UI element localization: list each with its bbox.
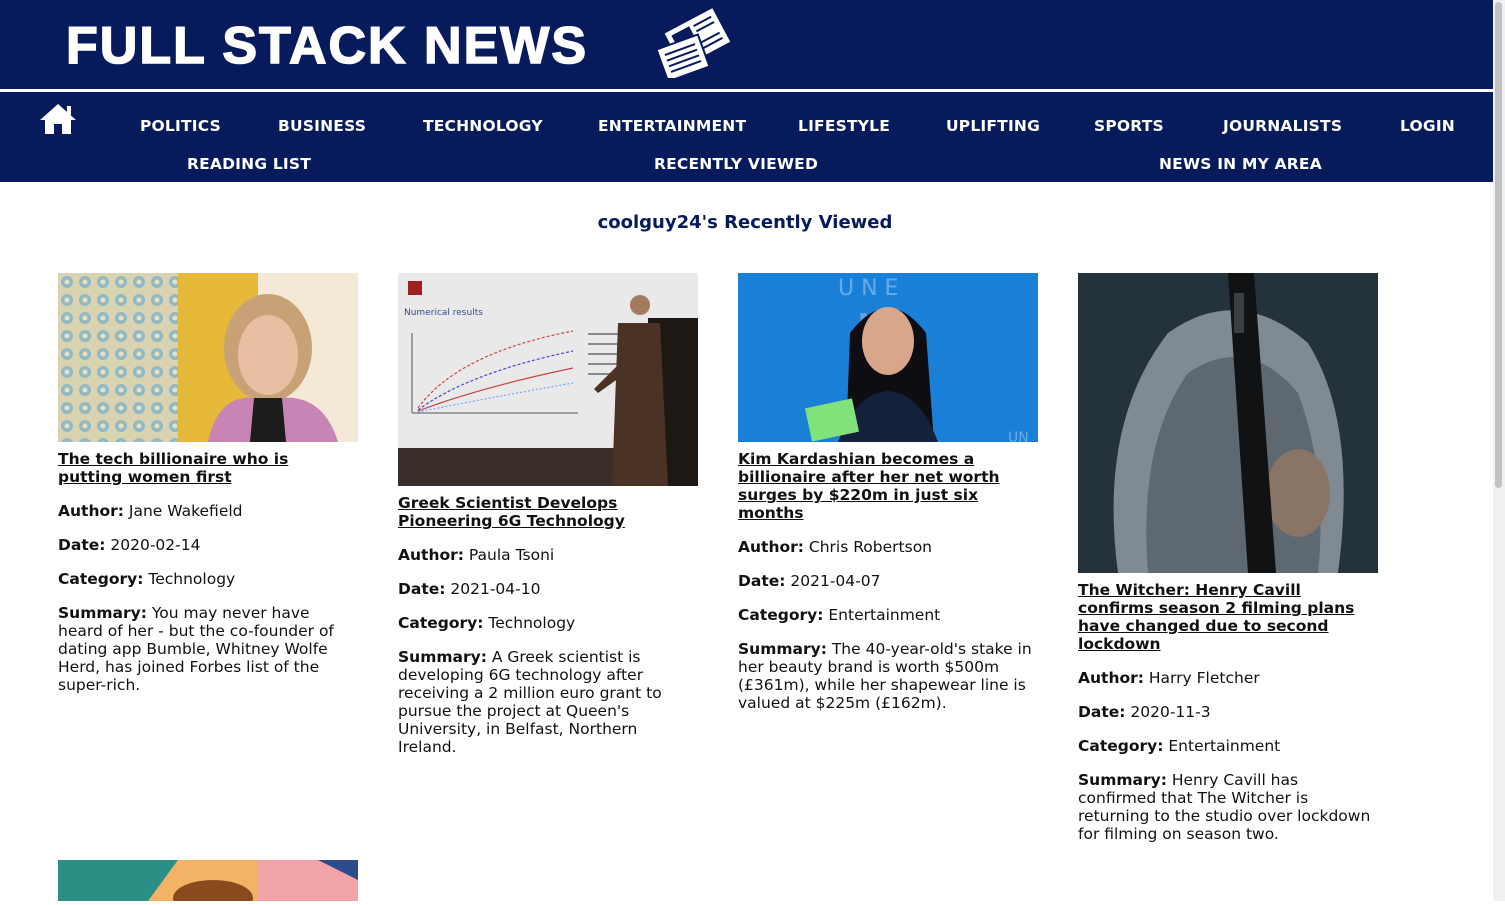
article-date: Date: 2021-04-07 (738, 572, 1038, 590)
author-label: Author: (58, 502, 124, 520)
category-label: Category: (58, 570, 144, 588)
category-label: Category: (738, 606, 824, 624)
article-summary: Summary: You may never have heard of her… (58, 604, 358, 694)
article-author: Author: Jane Wakefield (58, 502, 358, 520)
category-label: Category: (1078, 737, 1164, 755)
article-image[interactable]: U N E N UN (738, 273, 1038, 446)
nav-reading-list[interactable]: READING LIST (187, 155, 311, 173)
date-value: 2021-04-10 (450, 580, 541, 598)
article-date: Date: 2020-11-3 (1078, 703, 1378, 721)
page-title: coolguy24's Recently Viewed (597, 212, 893, 233)
slide-heading: Numerical results (404, 308, 483, 318)
article-summary: Summary: A Greek scientist is developing… (398, 648, 698, 756)
main-navigation: POLITICS BUSINESS TECHNOLOGY ENTERTAINME… (0, 92, 1493, 182)
article-category: Category: Entertainment (738, 606, 1038, 624)
category-value: Technology (488, 614, 576, 632)
site-header: FULL STACK NEWS (0, 0, 1493, 89)
article-title-link[interactable]: Kim Kardashian becomes a billionaire aft… (738, 450, 1038, 522)
article-date: Date: 2020-02-14 (58, 536, 358, 554)
article-date: Date: 2021-04-10 (398, 580, 698, 598)
svg-text:UN: UN (1008, 430, 1029, 442)
page-scrollbar[interactable] (1493, 0, 1505, 901)
article-author: Author: Harry Fletcher (1078, 669, 1378, 687)
nav-sports[interactable]: SPORTS (1094, 117, 1164, 135)
nav-uplifting[interactable]: UPLIFTING (946, 117, 1040, 135)
author-label: Author: (398, 546, 464, 564)
author-value: Harry Fletcher (1148, 669, 1260, 687)
date-label: Date: (1078, 703, 1126, 721)
author-label: Author: (1078, 669, 1144, 687)
summary-label: Summary: (738, 640, 827, 658)
nav-journalists[interactable]: JOURNALISTS (1223, 117, 1342, 135)
author-value: Chris Robertson (808, 538, 932, 556)
date-label: Date: (398, 580, 446, 598)
nav-login[interactable]: LOGIN (1400, 117, 1455, 135)
nav-recently-viewed[interactable]: RECENTLY VIEWED (654, 155, 818, 173)
article-card: Numerical results Greek Scientist Develo… (398, 273, 698, 756)
author-value: Jane Wakefield (128, 502, 243, 520)
article-card: U N E N UN Kim Kardashian becomes a bill… (738, 273, 1038, 712)
article-author: Author: Chris Robertson (738, 538, 1038, 556)
nav-news-in-my-area[interactable]: NEWS IN MY AREA (1159, 155, 1322, 173)
summary-label: Summary: (58, 604, 147, 622)
article-title-link[interactable]: The Witcher: Henry Cavill confirms seaso… (1078, 581, 1378, 653)
date-value: 2020-11-3 (1130, 703, 1211, 721)
date-value: 2020-02-14 (110, 536, 201, 554)
newspaper-logo-icon (655, 5, 733, 78)
article-image[interactable] (58, 860, 358, 905)
date-label: Date: (58, 536, 106, 554)
nav-technology[interactable]: TECHNOLOGY (423, 117, 543, 135)
nav-business[interactable]: BUSINESS (278, 117, 366, 135)
article-title-link[interactable]: Greek Scientist Develops Pioneering 6G T… (398, 494, 698, 530)
summary-label: Summary: (1078, 771, 1167, 789)
summary-label: Summary: (398, 648, 487, 666)
category-label: Category: (398, 614, 484, 632)
date-value: 2021-04-07 (790, 572, 881, 590)
article-category: Category: Entertainment (1078, 737, 1378, 755)
article-author: Author: Paula Tsoni (398, 546, 698, 564)
author-label: Author: (738, 538, 804, 556)
nav-politics[interactable]: POLITICS (140, 117, 221, 135)
site-logo-text[interactable]: FULL STACK NEWS (65, 16, 588, 76)
date-label: Date: (738, 572, 786, 590)
home-icon[interactable] (38, 102, 78, 136)
scrollbar-thumb[interactable] (1495, 2, 1502, 488)
article-title-link[interactable]: The tech billionaire who is putting wome… (58, 450, 358, 486)
category-value: Entertainment (828, 606, 941, 624)
article-card: The tech billionaire who is putting wome… (58, 273, 358, 694)
article-summary: Summary: Henry Cavill has confirmed that… (1078, 771, 1378, 843)
article-image[interactable]: Numerical results (398, 273, 698, 486)
article-card: The Witcher: Henry Cavill confirms seaso… (1078, 273, 1378, 843)
article-category: Category: Technology (58, 570, 358, 588)
nav-entertainment[interactable]: ENTERTAINMENT (598, 117, 746, 135)
author-value: Paula Tsoni (468, 546, 555, 564)
article-summary: Summary: The 40-year-old's stake in her … (738, 640, 1038, 712)
article-card (58, 860, 358, 905)
category-value: Entertainment (1168, 737, 1281, 755)
nav-lifestyle[interactable]: LIFESTYLE (798, 117, 890, 135)
article-image[interactable] (1078, 273, 1378, 573)
category-value: Technology (148, 570, 236, 588)
article-image[interactable] (58, 273, 358, 442)
svg-text:U N E: U N E (838, 276, 898, 301)
article-category: Category: Technology (398, 614, 698, 632)
